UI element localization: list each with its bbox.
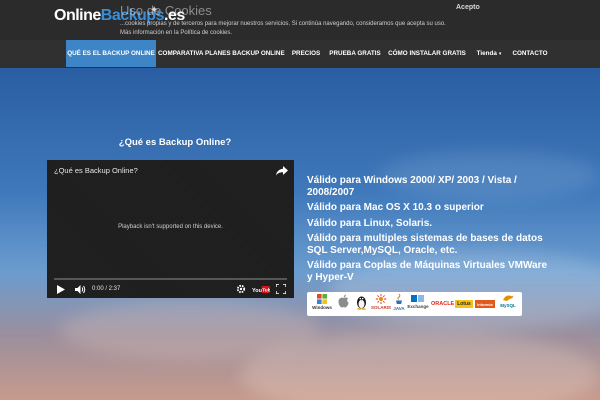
exchange-label: Exchange: [407, 304, 429, 309]
java-cup-icon: [395, 294, 402, 304]
solaris-icon: SOLARIS: [371, 292, 391, 316]
solaris-label: SOLARIS: [371, 305, 392, 310]
header-bar: OnlineBackups.es Uso de Cookies ...cooki…: [0, 0, 600, 40]
feature-item: Válido para Mac OS X 10.3 o superior: [307, 202, 484, 213]
svg-text:You: You: [252, 288, 262, 294]
nav-item-tienda[interactable]: Tienda ▾: [472, 40, 506, 67]
tux-penguin-icon: [356, 296, 366, 310]
informix-label: Informix: [475, 300, 495, 308]
feature-item: Válido para Linux, Solaris.: [307, 217, 433, 229]
mysql-dolphin-icon: [503, 295, 514, 301]
nav-item-que-es[interactable]: QUÉ ES EL BACKUP ONLINE: [66, 40, 156, 67]
informix-icon: Informix: [475, 292, 495, 316]
linux-tux-icon: [353, 292, 369, 316]
volume-icon[interactable]: [75, 285, 86, 294]
cookie-notice: Uso de Cookies ...cookies propias y de t…: [120, 3, 450, 36]
java-icon: JAVA: [392, 292, 406, 316]
windows-label: Windows: [312, 305, 332, 310]
feature-item: Válido para Windows 2000/ XP/ 2003 / Vis…: [307, 175, 517, 198]
exchange-mark-icon: [411, 295, 424, 302]
oracle-label: ORACLE: [431, 301, 455, 307]
solaris-sun-icon: [375, 294, 387, 304]
nav-item-prueba-gratis[interactable]: PRUEBA GRATIS: [328, 40, 382, 67]
fullscreen-icon[interactable]: [276, 284, 286, 294]
cookie-text: ...cookies propias y de terceros para me…: [120, 21, 446, 36]
youtube-logo[interactable]: You Tube: [252, 285, 270, 294]
feature-item: Válido para Coplas de Máquinas Virtuales…: [307, 260, 548, 283]
nav-item-comparativa[interactable]: COMPARATIVA PLANES BACKUP ONLINE: [158, 40, 285, 67]
feature-item: Válido para multiples sistemas de bases …: [307, 233, 543, 256]
chevron-down-icon: ▾: [498, 51, 502, 57]
video-title[interactable]: ¿Qué es Backup Online?: [54, 166, 138, 175]
gear-icon[interactable]: [236, 284, 246, 294]
video-progress-bar[interactable]: [54, 278, 287, 280]
feature-list: Válido para Windows 2000/ XP/ 2003 / Vis…: [307, 175, 552, 287]
cookie-accept-button[interactable]: Acepto: [456, 4, 480, 11]
nav-item-tienda-label: Tienda: [476, 50, 497, 57]
lotus-label: Lotus: [455, 300, 473, 308]
mysql-icon: MySQL: [497, 292, 519, 316]
nav-item-contacto[interactable]: CONTACTO: [510, 40, 550, 67]
share-icon[interactable]: [276, 166, 288, 176]
exchange-icon: Exchange: [407, 292, 429, 316]
svg-text:Tube: Tube: [262, 288, 270, 294]
java-label: JAVA: [393, 306, 405, 311]
video-time: 0:00 / 2:37: [92, 286, 121, 292]
nav-item-precios[interactable]: PRECIOS: [288, 40, 324, 67]
play-icon[interactable]: [57, 285, 65, 294]
video-player[interactable]: ¿Qué es Backup Online? Playback isn't su…: [47, 160, 294, 298]
platform-logos-strip: Windows SOLARIS JAVA Exchange ORACLE Lot…: [307, 292, 522, 316]
lotus-icon: Lotus: [455, 292, 473, 316]
nav-item-como-instalar[interactable]: CÓMO INSTALAR GRATIS: [386, 40, 468, 67]
oracle-icon: ORACLE: [431, 292, 455, 316]
logo-part-online: Online: [54, 7, 101, 24]
bird-icon: ✦: [150, 5, 159, 16]
section-title: ¿Qué es Backup Online?: [118, 137, 232, 148]
mysql-label: MySQL: [500, 303, 516, 308]
apple-logo-icon: [338, 294, 348, 308]
windows-icon: Windows: [311, 292, 333, 316]
windows-flag-icon: [317, 294, 327, 304]
cookie-title: Uso de Cookies: [120, 3, 212, 18]
apple-icon: [335, 292, 351, 316]
video-unsupported-message: Playback isn't supported on this device.: [118, 224, 223, 230]
